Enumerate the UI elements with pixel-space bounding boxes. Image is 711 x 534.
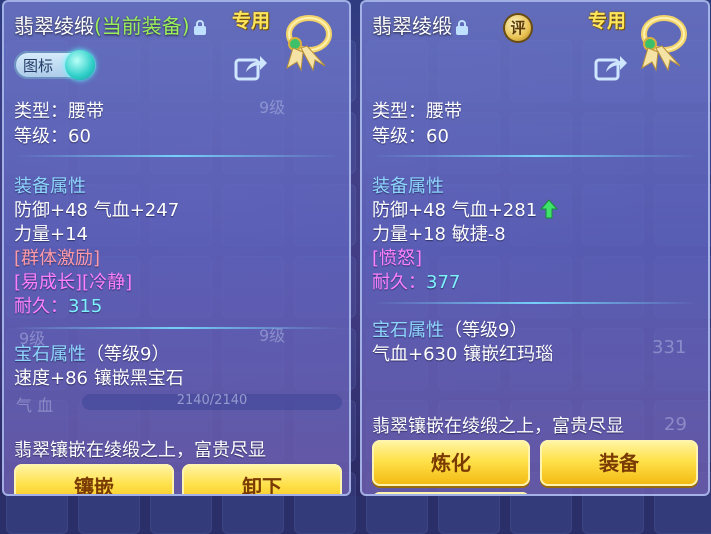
stat-line: 力量+18 敏捷-8 — [372, 224, 506, 245]
divider — [372, 155, 698, 157]
stat-line: 力量+14 — [14, 224, 88, 245]
rating-badge-label: 评 — [510, 19, 526, 37]
bg-level-label: 9级 — [259, 326, 286, 345]
equip-attr-heading: 装备属性 — [14, 176, 86, 197]
share-icon[interactable] — [594, 52, 628, 82]
bg-count: 331 — [652, 337, 687, 358]
gem-level: （等级9） — [86, 344, 170, 365]
unload-button[interactable]: 卸下 — [182, 464, 342, 496]
gem-line: 气血+630 镶嵌红玛瑙 — [372, 344, 554, 365]
item-description: 翡翠镶嵌在绫缎之上，富贵尽显 — [372, 416, 624, 437]
durability-value: 377 — [426, 272, 461, 293]
divider — [14, 155, 339, 157]
bg-hp-value: 2140/2140 — [176, 393, 248, 408]
special-skill: [易成长][冷静] — [14, 272, 133, 293]
special-effect: [群体激励] — [14, 248, 101, 269]
gem-attr: 宝石属性（等级9） — [14, 340, 169, 366]
unload-button-label: 卸下 — [242, 475, 282, 496]
gem-attr-heading: 宝石属性 — [14, 344, 86, 365]
gem-attr: 宝石属性（等级9） — [372, 316, 527, 342]
exclusive-tag: 专用 — [232, 10, 271, 32]
compare-equipment-tooltip: 331 29 翡翠绫缎 评 专用 类型：腰带 等级：60 装备属性 防御+48 … — [360, 0, 710, 496]
special-skill: [愤怒] — [372, 248, 423, 269]
belt-item-icon[interactable] — [279, 12, 339, 74]
more-button[interactable] — [372, 492, 530, 494]
item-level: 等级：60 — [14, 126, 91, 147]
bg-hp-label: 气 血 — [16, 396, 54, 415]
refine-button[interactable]: 炼化 — [372, 440, 530, 486]
belt-item-icon[interactable] — [634, 12, 694, 74]
item-type: 类型：腰带 — [372, 101, 462, 122]
equip-button-label: 装备 — [599, 451, 639, 475]
inlay-button-label: 镶嵌 — [74, 475, 114, 496]
refine-button-label: 炼化 — [431, 451, 471, 475]
gem-line: 速度+86 镶嵌黑宝石 — [14, 368, 184, 389]
item-type: 类型：腰带 — [14, 101, 104, 122]
durability-value: 315 — [68, 296, 103, 317]
item-title: 翡翠绫缎 — [372, 10, 468, 39]
bg-hp-bar: 2140/2140 — [82, 393, 342, 410]
item-level: 等级：60 — [372, 126, 449, 147]
divider — [14, 327, 339, 329]
stat-line: 防御+48 气血+281 — [372, 196, 559, 222]
stat-line-text: 防御+48 气血+281 — [372, 200, 538, 221]
equip-attr-heading: 装备属性 — [372, 176, 444, 197]
current-equipment-tooltip: 9级 9级 9级 气 血 2140/2140 翡翠绫缎(当前装备) 专用 图标 … — [2, 0, 351, 496]
icon-toggle-label: 图标 — [23, 57, 54, 75]
divider — [372, 302, 698, 304]
item-title: 翡翠绫缎(当前装备) — [14, 10, 206, 39]
inlay-button[interactable]: 镶嵌 — [14, 464, 174, 496]
durability: 耐久：377 — [372, 268, 460, 294]
share-icon[interactable] — [234, 52, 268, 82]
durability-label: 耐久： — [14, 296, 68, 317]
durability-label: 耐久： — [372, 272, 426, 293]
item-name: 翡翠绫缎 — [372, 14, 452, 38]
rating-badge[interactable]: 评 — [505, 15, 531, 41]
equip-button[interactable]: 装备 — [540, 440, 698, 486]
gem-level: （等级9） — [444, 320, 528, 341]
item-description: 翡翠镶嵌在绫缎之上，富贵尽显 — [14, 440, 266, 461]
icon-toggle[interactable]: 图标 — [14, 50, 96, 80]
stat-line: 防御+48 气血+247 — [14, 200, 180, 221]
exclusive-tag: 专用 — [588, 10, 627, 32]
stat-up-arrow-icon — [540, 199, 559, 219]
toggle-knob — [65, 50, 95, 80]
durability: 耐久：315 — [14, 292, 102, 318]
lock-icon — [456, 20, 468, 35]
bg-level-label: 9级 — [259, 98, 286, 117]
lock-icon — [193, 20, 206, 35]
equipped-tag: (当前装备) — [94, 14, 190, 38]
item-name: 翡翠绫缎 — [14, 14, 94, 38]
gem-attr-heading: 宝石属性 — [372, 320, 444, 341]
bg-count: 29 — [664, 414, 687, 435]
